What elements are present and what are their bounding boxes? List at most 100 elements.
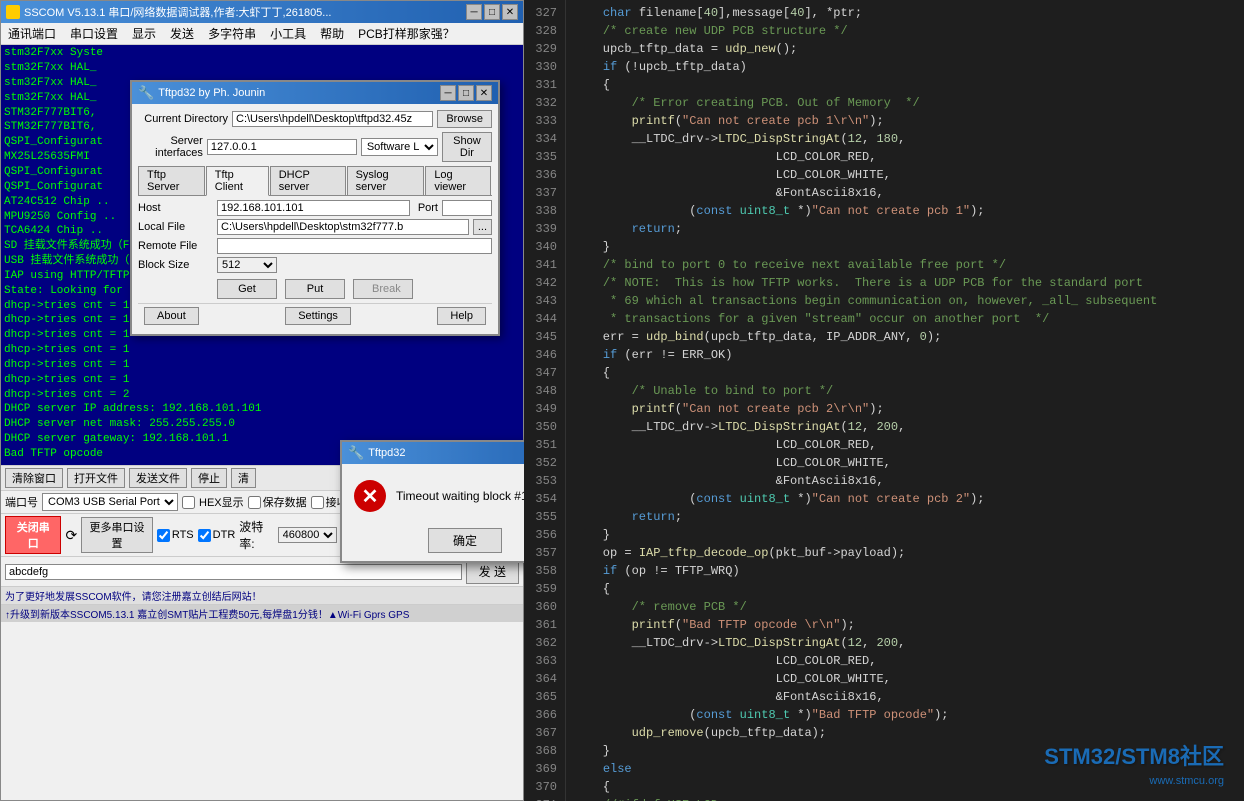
- menu-display[interactable]: 显示: [129, 24, 159, 43]
- host-label: Host: [138, 202, 213, 214]
- sscom-menu-bar: 通讯端口 串口设置 显示 发送 多字符串 小工具 帮助 PCB打样那家强？: [1, 23, 523, 45]
- local-file-browse-button[interactable]: ...: [473, 219, 492, 235]
- break-button[interactable]: Break: [353, 279, 413, 299]
- menu-comm-port[interactable]: 通讯端口: [5, 24, 59, 43]
- code-line: err = udp_bind(upcb_tftp_data, IP_ADDR_A…: [574, 328, 1236, 346]
- minimize-button[interactable]: ─: [466, 4, 482, 20]
- tftpd-close-button[interactable]: ✕: [476, 85, 492, 101]
- tab-dhcp-server[interactable]: DHCP server: [270, 166, 346, 195]
- code-line: return;: [574, 508, 1236, 526]
- tab-tftp-server[interactable]: Tftp Server: [138, 166, 205, 195]
- tabs-row: Tftp Server Tftp Client DHCP server Sysl…: [138, 166, 492, 196]
- block-size-select[interactable]: 512: [217, 257, 277, 273]
- code-line: __LTDC_drv->LTDC_DispStringAt(12, 200,: [574, 418, 1236, 436]
- remote-file-row: Remote File: [138, 238, 492, 254]
- tftpd-body: Current Directory Browse Server interfac…: [132, 104, 498, 334]
- software-select[interactable]: Software L: [361, 138, 438, 156]
- host-input[interactable]: [217, 200, 410, 216]
- send-input[interactable]: [5, 564, 462, 580]
- stop-button[interactable]: 停止: [191, 468, 227, 488]
- current-dir-row: Current Directory Browse: [138, 110, 492, 128]
- action-buttons-row: Get Put Break: [138, 279, 492, 303]
- help-button[interactable]: Help: [437, 307, 486, 325]
- tab-log-viewer[interactable]: Log viewer: [425, 166, 491, 195]
- refresh-icon[interactable]: ⟳: [65, 527, 77, 544]
- code-line: (const uint8_t *)"Can not create pcb 2")…: [574, 490, 1236, 508]
- tftpd-minimize-button[interactable]: ─: [440, 85, 456, 101]
- code-line: * transactions for a given "stream" occu…: [574, 310, 1236, 328]
- code-line: (const uint8_t *)"Can not create pcb 1")…: [574, 202, 1236, 220]
- tab-syslog-server[interactable]: Syslog server: [347, 166, 425, 195]
- get-button[interactable]: Get: [217, 279, 277, 299]
- code-line: LCD_COLOR_RED,: [574, 436, 1236, 454]
- line-number: 338: [528, 202, 557, 220]
- rts-checkbox[interactable]: [157, 529, 170, 542]
- sscom-title-text: SSCOM V5.13.1 串口/网络数据调试器,作者:大虾丁丁,261805.…: [24, 4, 331, 20]
- line-number: 345: [528, 328, 557, 346]
- tftpd-maximize-button[interactable]: □: [458, 85, 474, 101]
- menu-pcb[interactable]: PCB打样那家强？: [355, 24, 458, 43]
- multi-port-button[interactable]: 更多串口设置: [81, 517, 153, 553]
- maximize-button[interactable]: □: [484, 4, 500, 20]
- save-data-checkbox[interactable]: [248, 496, 261, 509]
- current-dir-input[interactable]: [232, 111, 433, 127]
- line-number: 344: [528, 310, 557, 328]
- code-line: &FontAscii8x16,: [574, 184, 1236, 202]
- about-button[interactable]: About: [144, 307, 199, 325]
- port-input[interactable]: [442, 200, 492, 216]
- code-line: if (err != ERR_OK): [574, 346, 1236, 364]
- block-size-label: Block Size: [138, 259, 213, 271]
- show-dir-button[interactable]: Show Dir: [442, 132, 492, 162]
- timeout-icon: 🔧: [348, 445, 364, 461]
- sscom-title-left: SSCOM V5.13.1 串口/网络数据调试器,作者:大虾丁丁,261805.…: [6, 4, 331, 20]
- error-icon: ✕: [354, 480, 386, 512]
- line-number: 367: [528, 724, 557, 742]
- code-line: (const uint8_t *)"Bad TFTP opcode");: [574, 706, 1236, 724]
- menu-multistring[interactable]: 多字符串: [205, 24, 259, 43]
- tftpd-title-text: Tftpd32 by Ph. Jounin: [158, 87, 265, 99]
- settings-button[interactable]: Settings: [285, 307, 351, 325]
- tftpd-icon: 🔧: [138, 85, 154, 101]
- upgrade-text: ↑升级到新版本SSCOM5.13.1 嘉立创SMT贴片工程费50元,每焊盘1分钱…: [5, 610, 409, 621]
- code-line: LCD_COLOR_RED,: [574, 652, 1236, 670]
- block-size-row: Block Size 512: [138, 257, 492, 273]
- tab-tftp-client[interactable]: Tftp Client: [206, 166, 269, 196]
- line-number: 361: [528, 616, 557, 634]
- line-number: 354: [528, 490, 557, 508]
- dtr-checkbox[interactable]: [198, 529, 211, 542]
- browse-button[interactable]: Browse: [437, 110, 492, 128]
- menu-port-settings[interactable]: 串口设置: [67, 24, 121, 43]
- line-number: 369: [528, 760, 557, 778]
- server-interfaces-input[interactable]: [207, 139, 357, 155]
- code-line: /* bind to port 0 to receive next availa…: [574, 256, 1236, 274]
- send-file-button[interactable]: 发送文件: [129, 468, 187, 488]
- code-line: if (op != TFTP_WRQ): [574, 562, 1236, 580]
- menu-tools[interactable]: 小工具: [267, 24, 309, 43]
- local-file-input[interactable]: [217, 219, 469, 235]
- clear-next-button[interactable]: 清: [231, 468, 256, 488]
- sscom-icon: [6, 5, 20, 19]
- clear-window-button[interactable]: 清除窗口: [5, 468, 63, 488]
- hex-display-checkbox[interactable]: [182, 496, 195, 509]
- menu-send[interactable]: 发送: [167, 24, 197, 43]
- code-line: {: [574, 580, 1236, 598]
- code-editor: 3273283293303313323333343353363373383393…: [524, 0, 1244, 801]
- recv-data-checkbox[interactable]: [311, 496, 324, 509]
- code-line: {: [574, 76, 1236, 94]
- code-line: LCD_COLOR_WHITE,: [574, 454, 1236, 472]
- timeout-ok-button[interactable]: 确定: [428, 528, 502, 553]
- code-line: printf("Can not create pcb 1\r\n");: [574, 112, 1236, 130]
- open-port-button[interactable]: 关闭串口: [5, 516, 61, 554]
- put-button[interactable]: Put: [285, 279, 345, 299]
- port-select[interactable]: COM3 USB Serial Port: [42, 493, 178, 511]
- line-number: 350: [528, 418, 557, 436]
- dtr-label: DTR: [198, 529, 236, 542]
- baud-select[interactable]: 460800: [278, 527, 337, 543]
- timeout-message: Timeout waiting block #1: [396, 489, 528, 503]
- tftpd-window: 🔧 Tftpd32 by Ph. Jounin ─ □ ✕ Current Di…: [130, 80, 500, 336]
- menu-help[interactable]: 帮助: [317, 24, 347, 43]
- log-line: DHCP server IP address: 192.168.101.101: [4, 402, 520, 417]
- remote-file-input[interactable]: [217, 238, 492, 254]
- close-button[interactable]: ✕: [502, 4, 518, 20]
- open-file-button[interactable]: 打开文件: [67, 468, 125, 488]
